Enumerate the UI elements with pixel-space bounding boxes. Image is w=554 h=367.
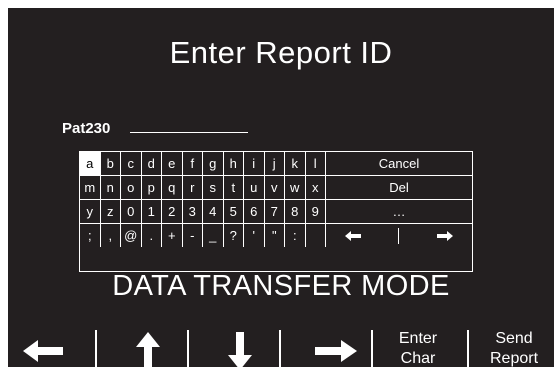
key-o[interactable]: o bbox=[121, 176, 142, 200]
key-f[interactable]: f bbox=[182, 152, 203, 176]
key-a[interactable]: a bbox=[80, 152, 101, 176]
screen-title: Enter Report ID bbox=[169, 35, 393, 70]
key-%e2%80%a6[interactable]: … bbox=[326, 200, 472, 224]
key-d[interactable]: d bbox=[141, 152, 162, 176]
key-5[interactable]: 5 bbox=[223, 200, 244, 224]
key-l[interactable]: l bbox=[305, 152, 326, 176]
key-z[interactable]: z bbox=[100, 200, 121, 224]
key-e[interactable]: e bbox=[162, 152, 183, 176]
softkey-up[interactable] bbox=[128, 326, 168, 367]
key-b[interactable]: b bbox=[100, 152, 121, 176]
key-c[interactable]: c bbox=[121, 152, 142, 176]
key-'[interactable]: ' bbox=[244, 224, 265, 247]
key-g[interactable]: g bbox=[203, 152, 224, 176]
cursor-keys[interactable] bbox=[326, 224, 472, 247]
mode-label: DATA TRANSFER MODE bbox=[112, 270, 450, 302]
key-r[interactable]: r bbox=[182, 176, 203, 200]
key-.[interactable]: . bbox=[142, 224, 162, 247]
key-p[interactable]: p bbox=[141, 176, 162, 200]
down-arrow-icon bbox=[228, 331, 252, 367]
cursor-key-divider bbox=[398, 227, 400, 244]
key-blank[interactable] bbox=[306, 224, 326, 247]
key-%2c[interactable]: , bbox=[101, 224, 121, 247]
key-2[interactable]: 2 bbox=[162, 200, 183, 224]
key-y[interactable]: y bbox=[80, 200, 101, 224]
key-_[interactable]: _ bbox=[203, 224, 224, 247]
input-underline bbox=[130, 132, 248, 133]
softkey-label: Enter bbox=[398, 330, 438, 347]
enter-char-softkey[interactable]: Enter Char bbox=[380, 329, 456, 367]
softkey-label: Report bbox=[489, 350, 539, 367]
key--[interactable]: - bbox=[183, 224, 203, 247]
softkey-divider bbox=[95, 330, 97, 367]
up-arrow-icon bbox=[136, 331, 160, 367]
on-screen-keyboard: a b c d e f g h i j k l Cancel m n o p q r s t u v w x Del y z 0 1 2 3 4… bbox=[79, 151, 473, 272]
key-i[interactable]: i bbox=[244, 152, 265, 176]
key-0[interactable]: 0 bbox=[121, 200, 142, 224]
key-%3f[interactable]: ? bbox=[224, 224, 244, 247]
key-n[interactable]: n bbox=[100, 176, 121, 200]
key-%40[interactable]: @ bbox=[121, 224, 142, 247]
softkey-right[interactable] bbox=[313, 326, 359, 367]
key-7[interactable]: 7 bbox=[264, 200, 285, 224]
key-6[interactable]: 6 bbox=[244, 200, 265, 224]
key-8[interactable]: 8 bbox=[285, 200, 306, 224]
softkey-label: Send bbox=[495, 330, 533, 347]
key-h[interactable]: h bbox=[223, 152, 244, 176]
key-1[interactable]: 1 bbox=[141, 200, 162, 224]
key-s[interactable]: s bbox=[203, 176, 224, 200]
left-arrow-icon bbox=[23, 339, 63, 362]
key-%22[interactable]: " bbox=[265, 224, 285, 247]
softkey-left[interactable] bbox=[20, 326, 66, 367]
right-arrow-icon bbox=[315, 339, 357, 362]
key-q[interactable]: q bbox=[162, 176, 183, 200]
key-del[interactable]: Del bbox=[326, 176, 472, 200]
key-3[interactable]: 3 bbox=[182, 200, 203, 224]
key-t[interactable]: t bbox=[223, 176, 244, 200]
key-4[interactable]: 4 bbox=[203, 200, 224, 224]
key-v[interactable]: v bbox=[264, 176, 285, 200]
key-u[interactable]: u bbox=[244, 176, 265, 200]
report-id-input[interactable]: Pat230 bbox=[62, 120, 110, 137]
softkey-down[interactable] bbox=[220, 326, 260, 367]
key-m[interactable]: m bbox=[80, 176, 101, 200]
key-%3a[interactable]: : bbox=[285, 224, 306, 247]
softkey-divider bbox=[467, 330, 469, 367]
key-j[interactable]: j bbox=[264, 152, 285, 176]
softkey-divider bbox=[371, 330, 373, 367]
softkey-divider bbox=[187, 330, 189, 367]
key-x[interactable]: x bbox=[305, 176, 326, 200]
key-w[interactable]: w bbox=[285, 176, 306, 200]
right-arrow-icon[interactable] bbox=[437, 230, 454, 241]
softkey-label: Char bbox=[400, 350, 436, 367]
softkey-divider bbox=[279, 330, 281, 367]
key-%2b[interactable]: + bbox=[162, 224, 183, 247]
key-k[interactable]: k bbox=[285, 152, 306, 176]
send-report-softkey[interactable]: Send Report bbox=[474, 329, 554, 367]
key-cancel[interactable]: Cancel bbox=[326, 152, 472, 176]
device-screen: Enter Report ID Pat230 a b c d e f g h i j k l Cance… bbox=[8, 8, 554, 367]
key-9[interactable]: 9 bbox=[305, 200, 326, 224]
left-arrow-icon[interactable] bbox=[344, 230, 361, 241]
key-%3b[interactable]: ; bbox=[80, 224, 101, 247]
